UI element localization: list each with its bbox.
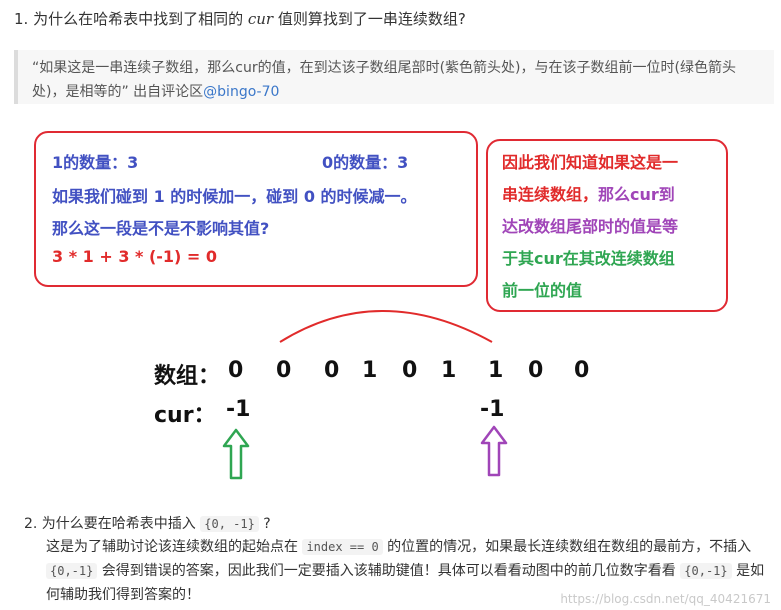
q2-title-prefix: 2. 为什么要在哈希表中插入 xyxy=(24,516,201,532)
array-value: 1 xyxy=(441,358,457,383)
cur-label: cur： xyxy=(154,403,216,428)
q2-title-code: {0, -1} xyxy=(200,516,259,532)
question-2-heading: 2. 为什么要在哈希表中插入 {0, -1} ? xyxy=(24,513,271,533)
conclusion-line-2b: 那么cur到 xyxy=(598,185,675,204)
comment-user-link[interactable]: @bingo-70 xyxy=(203,84,279,100)
rule-text: 如果我们碰到 1 的时候加一，碰到 0 的时候减一。 xyxy=(52,187,417,206)
count-ones: 1的数量：3 xyxy=(52,153,139,172)
conclusion-line-1: 因此我们知道如果这是一 xyxy=(502,153,679,172)
conclusion-line-3: 达改数组尾部时的值是等 xyxy=(502,217,679,236)
q2-body-1: 这是为了辅助讨论该连续数组的起始点在 xyxy=(46,539,303,555)
q1-prefix: 1. 为什么在哈希表中找到了相同的 xyxy=(14,10,248,28)
conclusion-line-5: 前一位的值 xyxy=(502,281,583,300)
array-value: 1 xyxy=(362,358,378,383)
conclusion-line-4: 于其cur在其改连续数组 xyxy=(502,249,675,268)
quote-text: “如果这是一串连续子数组，那么cur的值，在到达该子数组尾部时(紫色箭头处)，与… xyxy=(32,60,736,100)
array-value: 0 xyxy=(324,358,340,383)
q2-code-3: {0,-1} xyxy=(680,563,732,579)
cur-value-start: -1 xyxy=(226,397,251,422)
blockquote-text: “如果这是一串连续子数组，那么cur的值，在到达该子数组尾部时(紫色箭头处)，与… xyxy=(32,56,767,104)
q2-code-2: {0,-1} xyxy=(46,563,98,579)
array-value: 0 xyxy=(402,358,418,383)
q1-suffix: 值则算找到了一串连续数组? xyxy=(273,10,466,28)
array-value: 0 xyxy=(574,358,590,383)
array-value: 1 xyxy=(488,358,504,383)
array-value: 0 xyxy=(276,358,292,383)
array-value: 0 xyxy=(528,358,544,383)
array-value: 0 xyxy=(228,358,244,383)
conclusion-line-2: 串连续数组，那么cur到 xyxy=(502,181,675,205)
question-text: 那么这一段是不是不影响其值? xyxy=(52,219,270,238)
formula: 3 * 1 + 3 * (-1) = 0 xyxy=(52,247,218,266)
explanation-box-left: 1的数量：3 0的数量：3 如果我们碰到 1 的时候加一，碰到 0 的时候减一。… xyxy=(34,131,478,287)
array-values: 0 0 0 1 0 1 1 0 0 xyxy=(0,358,781,388)
subarray-arc xyxy=(279,310,493,343)
q2-code-1: index == 0 xyxy=(302,539,383,555)
purple-up-arrow-icon xyxy=(480,425,508,477)
watermark: https://blog.csdn.net/qq_40421671 xyxy=(560,592,771,606)
q2-body-2: 的位置的情况，如果最长连续数组在数组的最前方，不插入 xyxy=(382,539,752,555)
green-up-arrow-icon xyxy=(222,428,250,480)
conclusion-line-2a: 串连续数组， xyxy=(502,185,599,204)
cur-value-end: -1 xyxy=(480,397,505,422)
q1-variable: cur xyxy=(247,10,274,28)
explanation-box-right: 因此我们知道如果这是一 串连续数组，那么cur到 达改数组尾部时的值是等 于其c… xyxy=(486,139,728,312)
q2-body-3: 会得到错误的答案，因此我们一定要插入该辅助键值！具体可以看看动图中的前几位数字看… xyxy=(97,563,681,579)
question-1-heading: 1. 为什么在哈希表中找到了相同的 cur 值则算找到了一串连续数组? xyxy=(14,8,466,29)
count-zeros: 0的数量：3 xyxy=(322,153,409,172)
q2-title-suffix: ? xyxy=(258,516,271,532)
